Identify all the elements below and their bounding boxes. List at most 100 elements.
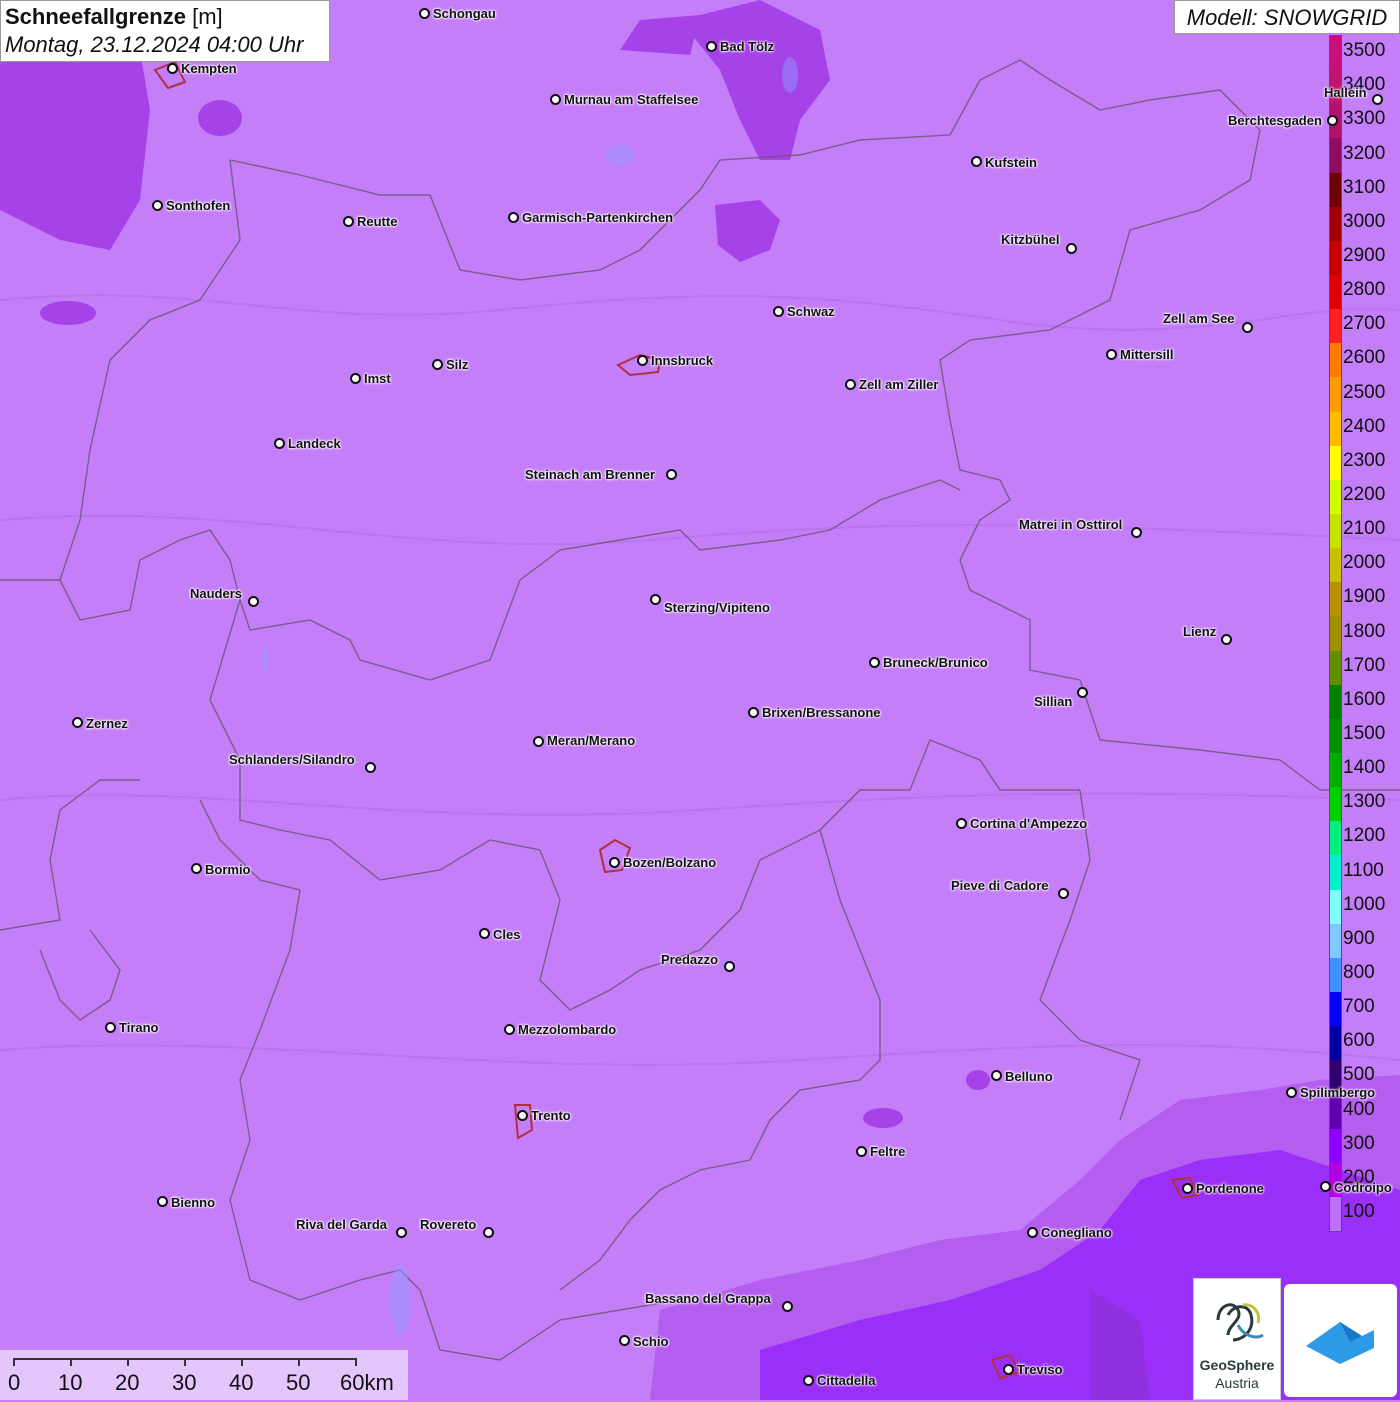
city-marker[interactable]: [191, 863, 202, 874]
city-label: Cles: [493, 927, 521, 942]
legend-label: 300: [1343, 1132, 1375, 1154]
scale-tick: [13, 1358, 15, 1366]
city-marker[interactable]: [845, 379, 856, 390]
city-marker[interactable]: [396, 1227, 407, 1238]
legend-swatch: [1330, 855, 1341, 891]
city-marker[interactable]: [152, 200, 163, 211]
legend-swatch: [1330, 309, 1341, 344]
legend-swatch: [1330, 377, 1341, 413]
city-marker[interactable]: [365, 762, 376, 773]
city-marker[interactable]: [343, 216, 354, 227]
city-marker[interactable]: [550, 94, 561, 105]
city-marker[interactable]: [1372, 94, 1383, 105]
city-marker[interactable]: [1242, 322, 1253, 333]
city-marker[interactable]: [274, 438, 285, 449]
city-marker[interactable]: [637, 355, 648, 366]
city-marker[interactable]: [248, 596, 259, 607]
city-marker[interactable]: [706, 41, 717, 52]
geosphere-logo[interactable]: GeoSphere Austria: [1193, 1278, 1281, 1400]
legend-label: 1500: [1343, 722, 1386, 744]
legend-swatch: [1330, 753, 1341, 788]
city-marker[interactable]: [504, 1024, 515, 1035]
city-marker[interactable]: [1066, 243, 1077, 254]
legend-swatch: [1330, 684, 1341, 720]
city-marker[interactable]: [167, 63, 178, 74]
city-marker[interactable]: [956, 818, 967, 829]
city-marker[interactable]: [419, 8, 430, 19]
legend-swatch: [1330, 718, 1341, 754]
city-label: Matrei in Osttirol: [1019, 517, 1123, 532]
legend-label: 800: [1343, 961, 1375, 983]
scale-label: 10: [58, 1370, 83, 1395]
legend-swatch: [1330, 514, 1341, 549]
city-marker[interactable]: [483, 1227, 494, 1238]
legend-label: 3000: [1343, 210, 1386, 232]
city-marker[interactable]: [609, 857, 620, 868]
city-marker[interactable]: [748, 707, 759, 718]
city-label: Mittersill: [1120, 347, 1174, 362]
city-marker[interactable]: [724, 961, 735, 972]
city-marker[interactable]: [1077, 687, 1088, 698]
city-marker[interactable]: [1131, 527, 1142, 538]
city-label: Hallein: [1324, 85, 1367, 100]
legend-color-bar: [1329, 35, 1342, 1232]
city-label: Bad Tölz: [720, 39, 775, 54]
city-marker[interactable]: [869, 657, 880, 668]
city-marker[interactable]: [350, 373, 361, 384]
city-marker[interactable]: [1286, 1087, 1297, 1098]
legend-swatch: [1330, 411, 1341, 447]
city-label: Silz: [446, 357, 469, 372]
city-label: Imst: [364, 371, 391, 386]
weather-app-logo[interactable]: [1284, 1284, 1397, 1397]
city-marker[interactable]: [1027, 1227, 1038, 1238]
city-label: Codroipo: [1334, 1180, 1392, 1195]
city-marker[interactable]: [1003, 1364, 1014, 1375]
city-marker[interactable]: [650, 594, 661, 605]
city-label: Belluno: [1005, 1069, 1053, 1084]
map-title: Schneefallgrenze [m]: [5, 4, 325, 30]
legend-label: 1700: [1343, 654, 1386, 676]
city-label: Innsbruck: [651, 353, 714, 368]
city-marker[interactable]: [517, 1110, 528, 1121]
city-marker[interactable]: [991, 1070, 1002, 1081]
city-marker[interactable]: [856, 1146, 867, 1157]
city-marker[interactable]: [773, 306, 784, 317]
scale-tick: [184, 1358, 186, 1366]
city-marker[interactable]: [1058, 888, 1069, 899]
city-label: Pieve di Cadore: [951, 878, 1049, 893]
legend-label: 1100: [1343, 859, 1384, 881]
legend-label: 100: [1343, 1200, 1375, 1222]
city-marker[interactable]: [1182, 1183, 1193, 1194]
legend-label: 2800: [1343, 279, 1386, 301]
city-marker[interactable]: [782, 1301, 793, 1312]
city-marker[interactable]: [105, 1022, 116, 1033]
city-marker[interactable]: [1221, 634, 1232, 645]
city-marker[interactable]: [479, 928, 490, 939]
legend-label: 2100: [1343, 518, 1386, 540]
city-label: Garmisch-Partenkirchen: [522, 210, 674, 225]
city-label: Treviso: [1017, 1362, 1063, 1377]
city-marker[interactable]: [533, 736, 544, 747]
city-marker[interactable]: [1106, 349, 1117, 360]
city-marker[interactable]: [157, 1196, 168, 1207]
city-marker[interactable]: [803, 1375, 814, 1386]
city-marker[interactable]: [619, 1335, 630, 1346]
city-marker[interactable]: [971, 156, 982, 167]
city-marker[interactable]: [508, 212, 519, 223]
city-marker[interactable]: [666, 469, 677, 480]
legend-swatch: [1330, 1026, 1341, 1061]
legend-swatch: [1330, 36, 1341, 71]
legend-label: 3500: [1343, 40, 1386, 62]
scale-tick: [298, 1358, 300, 1366]
scale-label: 20: [115, 1370, 140, 1395]
legend-label: 500: [1343, 1064, 1375, 1086]
legend-label: 2600: [1343, 347, 1386, 369]
city-marker[interactable]: [72, 717, 83, 728]
city-marker[interactable]: [1320, 1181, 1331, 1192]
legend-swatch: [1330, 992, 1341, 1027]
city-marker[interactable]: [1327, 115, 1338, 126]
city-label: Meran/Merano: [547, 733, 636, 748]
legend-label: 2000: [1343, 552, 1386, 574]
city-label: Lienz: [1183, 624, 1217, 639]
city-marker[interactable]: [432, 359, 443, 370]
